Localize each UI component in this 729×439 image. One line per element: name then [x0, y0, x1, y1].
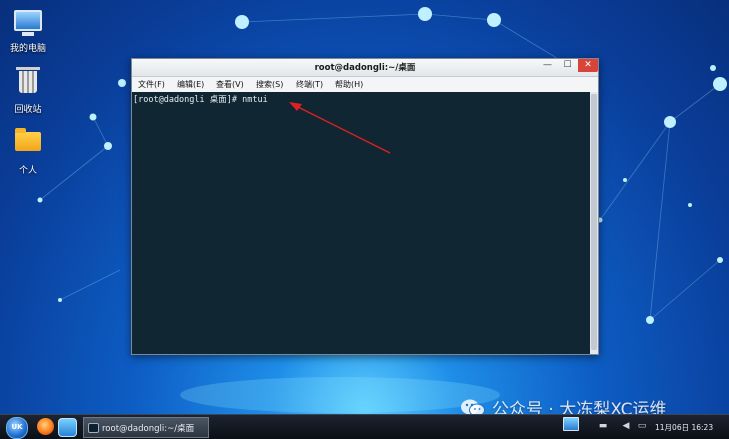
- tray-display-icon[interactable]: ▬: [598, 421, 608, 431]
- menu-edit[interactable]: 编辑(E): [177, 79, 204, 90]
- desktop-icon-trash[interactable]: 回收站: [0, 67, 56, 115]
- trash-icon: [13, 67, 43, 99]
- computer-icon: [13, 10, 43, 38]
- window-title: root@dadongli:~/桌面: [314, 63, 416, 73]
- start-menu-button[interactable]: UK: [6, 417, 28, 439]
- desktop-icon-label: 我的电脑: [9, 44, 46, 54]
- scrollbar-thumb[interactable]: [591, 94, 597, 350]
- taskbar: UK root@dadongli:~/桌面 ▬ ◀ ▭ 11月06日 16:23: [0, 414, 729, 439]
- close-button[interactable]: ✕: [578, 59, 598, 72]
- menu-bar: 文件(F) 编辑(E) 查看(V) 搜索(S) 终端(T) 帮助(H): [132, 77, 598, 92]
- tray-network-icon[interactable]: ▭: [637, 421, 647, 431]
- terminal-prompt: [root@dadongli 桌面]#: [133, 95, 243, 105]
- firefox-icon[interactable]: [37, 418, 54, 435]
- desktop-icon-label: 回收站: [14, 105, 42, 115]
- taskbar-terminal-entry[interactable]: root@dadongli:~/桌面: [83, 417, 209, 438]
- terminal-scrollbar[interactable]: [590, 92, 598, 354]
- terminal-command: nmtui: [242, 95, 268, 105]
- annotation-arrow: [289, 102, 391, 154]
- menu-search[interactable]: 搜索(S): [256, 79, 283, 90]
- menu-file[interactable]: 文件(F): [138, 79, 165, 90]
- terminal-icon: [88, 423, 99, 433]
- folder-icon: [13, 128, 43, 160]
- start-logo-icon: UK: [11, 423, 23, 431]
- menu-terminal[interactable]: 终端(T): [296, 79, 323, 90]
- taskbar-clock[interactable]: 11月06日 16:23: [655, 422, 713, 433]
- minimize-button[interactable]: —: [538, 59, 557, 72]
- maximize-button[interactable]: ☐: [558, 59, 577, 72]
- window-titlebar[interactable]: root@dadongli:~/桌面 — ☐ ✕: [132, 59, 598, 77]
- tray-sound-muted-icon[interactable]: ◀: [621, 421, 631, 431]
- menu-help[interactable]: 帮助(H): [335, 79, 363, 90]
- menu-view[interactable]: 查看(V): [216, 79, 244, 90]
- desktop-icon-label: 个人: [18, 166, 37, 176]
- tray-monitor-icon[interactable]: [563, 417, 579, 431]
- taskbar-entry-label: root@dadongli:~/桌面: [102, 424, 195, 434]
- terminal-line: [root@dadongli 桌面]# nmtui: [133, 93, 268, 105]
- desktop-icon-my-computer[interactable]: 我的电脑: [0, 8, 56, 54]
- file-manager-icon[interactable]: [58, 418, 77, 437]
- desktop-icon-personal[interactable]: 个人: [0, 126, 56, 176]
